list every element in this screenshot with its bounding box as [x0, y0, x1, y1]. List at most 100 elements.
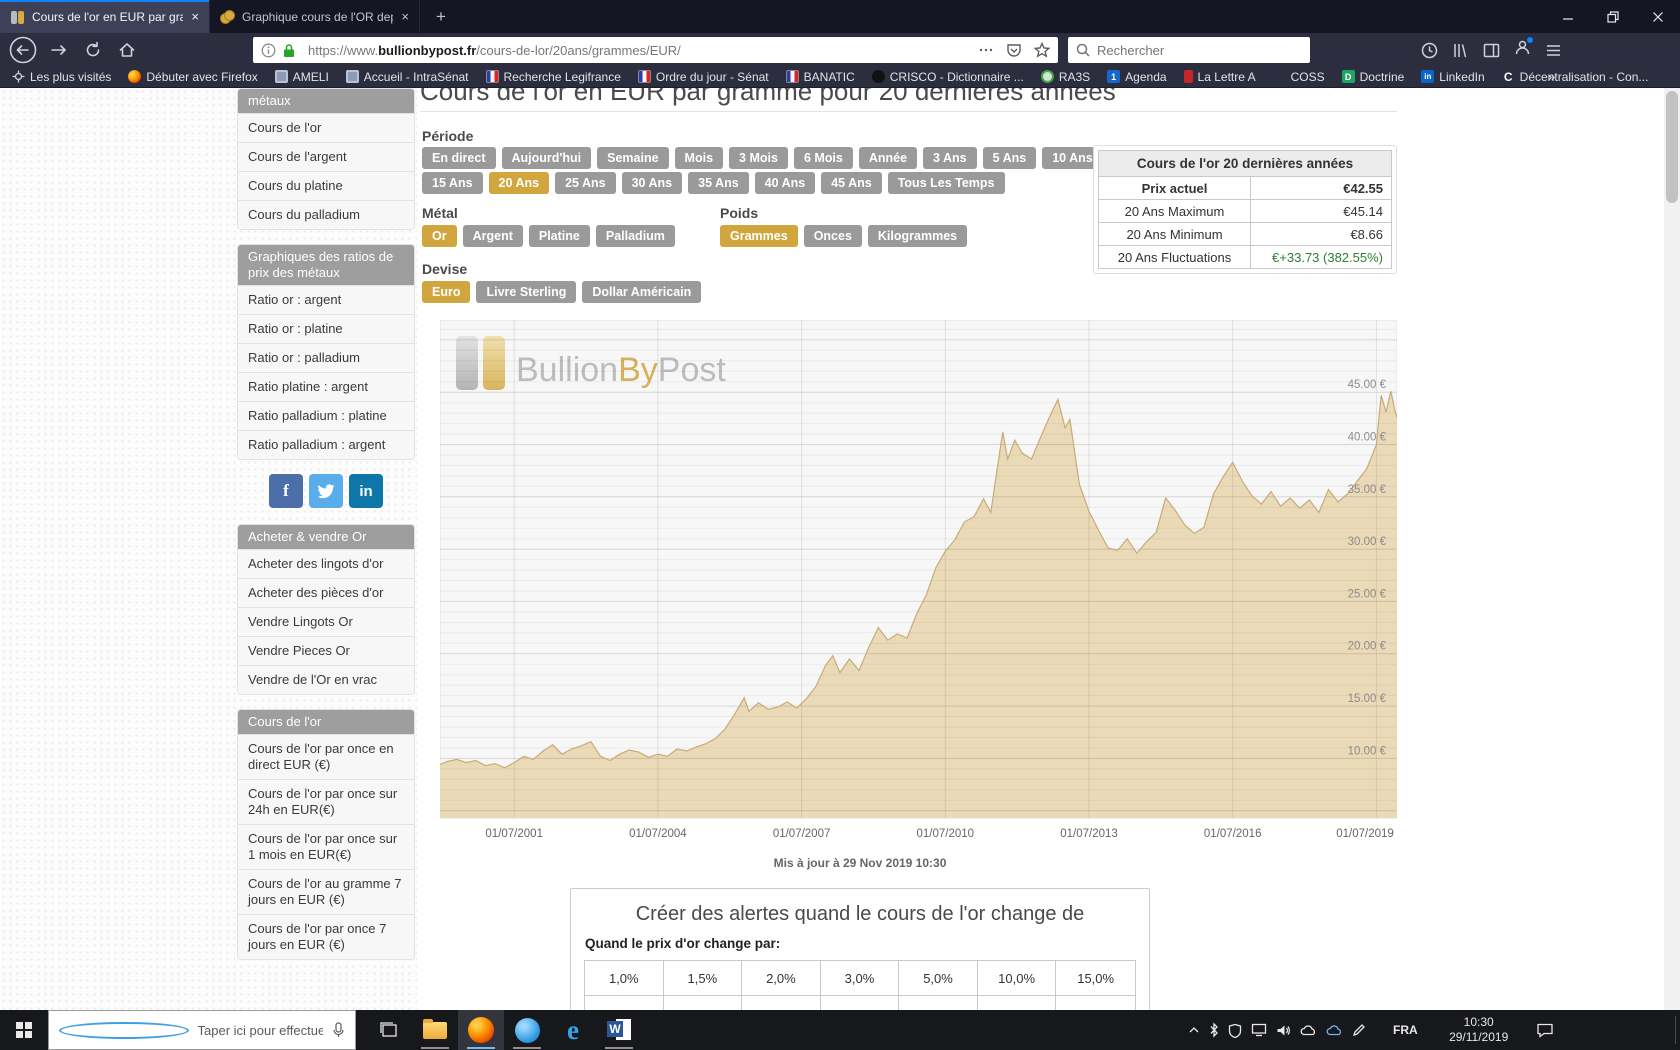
sidebar-item-cours-de-l-or-au-gramme-7-jours-en-eur[interactable]: Cours de l'or au gramme 7 jours en EUR (… [238, 869, 414, 914]
sidebar-item-cours-de-l-or[interactable]: Cours de l'or [238, 113, 414, 142]
filter-button-argent[interactable]: Argent [463, 225, 523, 247]
minimize-button[interactable] [1545, 0, 1590, 33]
sidebar-item-ratio-or-palladium[interactable]: Ratio or : palladium [238, 343, 414, 372]
alert-percent-1-5[interactable]: 1,5% [664, 961, 743, 995]
sidebar-item-cours-de-l-or-par-once-7-jours-en-eur[interactable]: Cours de l'or par once 7 jours en EUR (€… [238, 914, 414, 959]
sidebar-item-vendre-pieces-or[interactable]: Vendre Pieces Or [238, 636, 414, 665]
filter-button-livre-sterling[interactable]: Livre Sterling [476, 281, 576, 303]
new-tab-button[interactable]: + [428, 4, 454, 30]
tab-close-icon[interactable]: × [189, 9, 201, 24]
filter-button-45-ans[interactable]: 45 Ans [821, 172, 882, 194]
history-clock-icon[interactable] [1421, 42, 1438, 59]
bookmark-d-centralisation-con[interactable]: CDécentralisation - Con... [1502, 70, 1649, 84]
sidebars-icon[interactable] [1483, 42, 1500, 59]
bookmark-ordre-du-jour-s-nat[interactable]: Ordre du jour - Sénat [638, 70, 769, 84]
bookmark-banatic[interactable]: BANATIC [786, 70, 855, 84]
library-icon[interactable] [1452, 42, 1469, 59]
pocket-icon[interactable] [1006, 42, 1022, 58]
defender-shield-icon[interactable] [1228, 1023, 1242, 1038]
filter-button-15-ans[interactable]: 15 Ans [422, 172, 483, 194]
filter-button-ann-e[interactable]: Année [859, 147, 917, 169]
alert-percent-2-0[interactable]: 2,0% [742, 961, 821, 995]
filter-button-5-ans[interactable]: 5 Ans [983, 147, 1037, 169]
alert-percent-5-0[interactable]: 5,0% [899, 961, 978, 995]
tab-close-icon[interactable]: × [399, 9, 411, 24]
browser-search[interactable]: Rechercher [1068, 37, 1310, 63]
filter-button-kilogrammes[interactable]: Kilogrammes [868, 225, 967, 247]
filter-button-3-ans[interactable]: 3 Ans [923, 147, 977, 169]
bluetooth-icon[interactable] [1209, 1022, 1219, 1038]
close-window-button[interactable] [1635, 0, 1680, 33]
twitter-icon[interactable] [309, 474, 343, 508]
action-center-icon[interactable] [1536, 1022, 1554, 1038]
filter-button-grammes[interactable]: Grammes [720, 225, 798, 247]
bookmark-linkedin[interactable]: inLinkedIn [1421, 70, 1484, 84]
filter-button-30-ans[interactable]: 30 Ans [622, 172, 683, 194]
sidebar-item-cours-de-l-argent[interactable]: Cours de l'argent [238, 142, 414, 171]
filter-button-palladium[interactable]: Palladium [596, 225, 675, 247]
filter-button-platine[interactable]: Platine [529, 225, 590, 247]
word-icon[interactable]: W [596, 1010, 642, 1050]
sidebar-item-ratio-palladium-platine[interactable]: Ratio palladium : platine [238, 401, 414, 430]
alert-percent-1-0[interactable]: 1,0% [585, 961, 664, 995]
filter-button-40-ans[interactable]: 40 Ans [755, 172, 816, 194]
filter-button-6-mois[interactable]: 6 Mois [794, 147, 853, 169]
sidebar-item-acheter-des-pi-ces-d-or[interactable]: Acheter des pièces d'or [238, 578, 414, 607]
tray-chevron-icon[interactable] [1188, 1026, 1200, 1034]
browser-tab-cours-de-l-or-en-eur-par-gramm[interactable]: Cours de l'or en EUR par gramm × [0, 0, 210, 33]
filter-button-dollar-am-ricain[interactable]: Dollar Américain [582, 281, 701, 303]
bookmark-crisco-dictionnaire[interactable]: CRISCO - Dictionnaire ... [872, 70, 1024, 84]
filter-button-3-mois[interactable]: 3 Mois [729, 147, 788, 169]
bookmark-les-plus-visit-s[interactable]: Les plus visités [12, 70, 111, 84]
firefox-icon[interactable] [458, 1010, 504, 1050]
filter-button-mois[interactable]: Mois [675, 147, 723, 169]
filter-button-tous-les-temps[interactable]: Tous Les Temps [888, 172, 1005, 194]
sidebar-item-ratio-or-platine[interactable]: Ratio or : platine [238, 314, 414, 343]
onedrive-cloud-blue-icon[interactable] [1326, 1024, 1343, 1036]
url-bar[interactable]: https://www.bullionbypost.fr/cours-de-lo… [253, 37, 1058, 63]
bookmark-coss[interactable]: COSS [1273, 70, 1325, 84]
edge-icon[interactable]: e [550, 1010, 596, 1050]
reload-button[interactable] [78, 35, 108, 65]
start-button[interactable] [0, 1010, 48, 1050]
taskbar-clock[interactable]: 10:30 29/11/2019 [1443, 1015, 1515, 1045]
filter-button-onces[interactable]: Onces [804, 225, 862, 247]
sidebar-item-vendre-de-l-or-en-vrac[interactable]: Vendre de l'Or en vrac [238, 665, 414, 694]
bookmark-doctrine[interactable]: DDoctrine [1342, 70, 1405, 84]
microphone-icon[interactable] [332, 1022, 345, 1038]
alert-percent-3-0[interactable]: 3,0% [821, 961, 900, 995]
bookmark-recherche-legifrance[interactable]: Recherche Legifrance [486, 70, 621, 84]
forward-button[interactable] [44, 35, 74, 65]
alert-percent-10-0[interactable]: 10,0% [978, 961, 1057, 995]
filter-button-semaine[interactable]: Semaine [597, 147, 668, 169]
onedrive-cloud-icon[interactable] [1300, 1024, 1317, 1036]
volume-icon[interactable] [1276, 1024, 1291, 1037]
browser-tab-graphique-cours-de-l-or-depuis[interactable]: Graphique cours de l'OR depuis × [210, 0, 420, 33]
filter-button-or[interactable]: Or [422, 225, 457, 247]
bookmarks-overflow-icon[interactable]: » [1548, 69, 1555, 84]
blue-app-icon[interactable] [504, 1010, 550, 1050]
show-desktop-button[interactable] [1675, 1016, 1676, 1044]
task-view-button[interactable] [366, 1010, 412, 1050]
filter-button-35-ans[interactable]: 35 Ans [688, 172, 749, 194]
restore-button[interactable] [1590, 0, 1635, 33]
menu-hamburger-icon[interactable] [1545, 43, 1562, 58]
scrollbar-thumb[interactable] [1666, 91, 1678, 203]
bookmark-agenda[interactable]: 1Agenda [1107, 70, 1166, 84]
network-icon[interactable] [1251, 1023, 1267, 1037]
sidebar-item-vendre-lingots-or[interactable]: Vendre Lingots Or [238, 607, 414, 636]
sidebar-item-cours-de-l-or-par-once-sur-1-mois-en-eur[interactable]: Cours de l'or par once sur 1 mois en EUR… [238, 824, 414, 869]
sidebar-item-ratio-palladium-argent[interactable]: Ratio palladium : argent [238, 430, 414, 459]
page-actions-icon[interactable] [978, 42, 994, 58]
alert-percent-15-0[interactable]: 15,0% [1056, 961, 1135, 995]
filter-button-en-direct[interactable]: En direct [422, 147, 496, 169]
filter-button-aujourd-hui[interactable]: Aujourd'hui [502, 147, 592, 169]
sidebar-item-cours-de-l-or-par-once-en-direct-eur[interactable]: Cours de l'or par once en direct EUR (€) [238, 734, 414, 779]
sidebar-item-ratio-platine-argent[interactable]: Ratio platine : argent [238, 372, 414, 401]
facebook-icon[interactable]: f [269, 474, 303, 508]
bookmark-d-buter-avec-firefox[interactable]: Débuter avec Firefox [128, 70, 257, 84]
language-indicator[interactable]: FRA [1393, 1023, 1418, 1037]
linkedin-icon[interactable]: in [349, 474, 383, 508]
bookmark-accueil-intras-nat[interactable]: Accueil - IntraSénat [346, 70, 469, 84]
sidebar-item-cours-du-palladium[interactable]: Cours du palladium [238, 200, 414, 229]
